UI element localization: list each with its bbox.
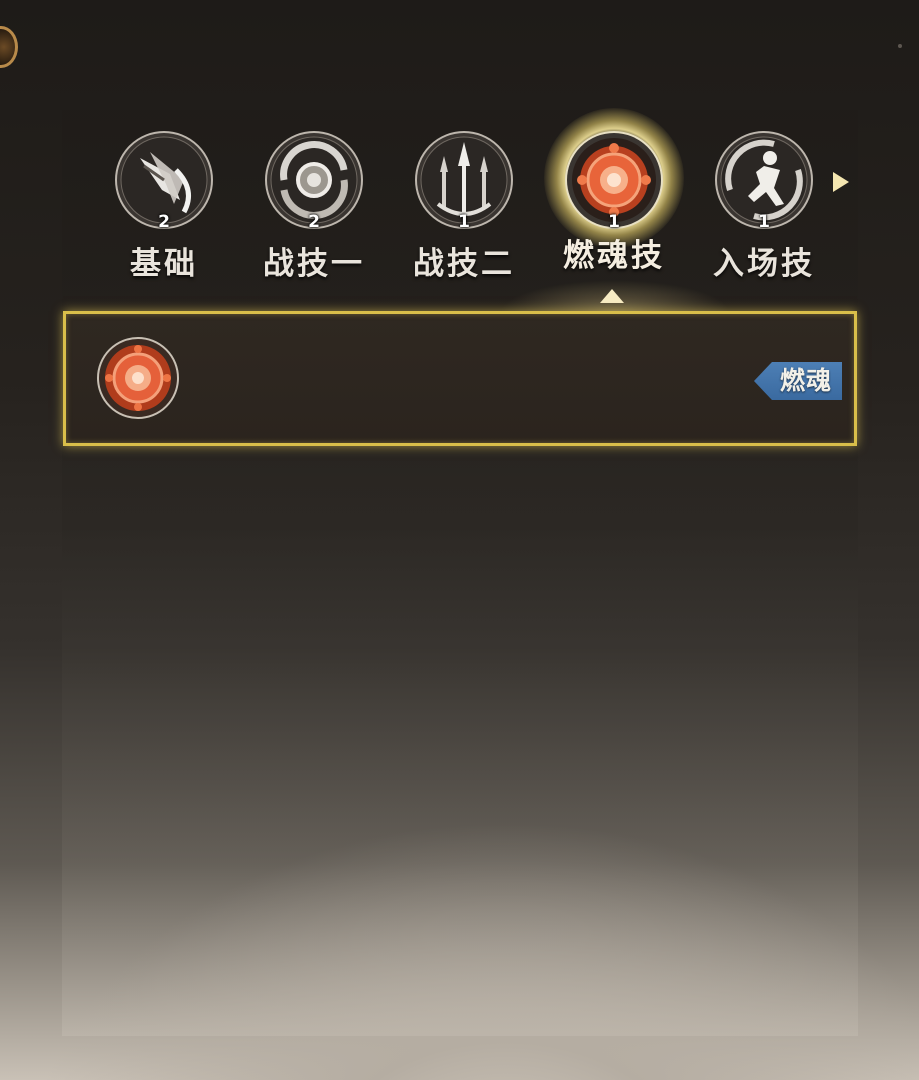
corner-orb-ornament [0, 26, 18, 68]
tab-label: 基础 [130, 246, 198, 282]
tab-label: 燃魂技 [563, 238, 665, 274]
tab-label: 战技二 [413, 246, 515, 282]
tab-count: 1 [608, 212, 620, 232]
skill-list-item-selected[interactable]: 燃魂 [63, 311, 857, 446]
tab-combat-skill-1[interactable]: 2 战技一 [239, 128, 389, 288]
tab-soul-burn-skill[interactable]: 1 燃魂技 [539, 108, 689, 288]
tab-entrance-skill[interactable]: 1 入场技 [689, 128, 839, 288]
tab-count: 1 [458, 212, 470, 232]
fire-orb-icon [96, 336, 180, 420]
tab-combat-skill-2[interactable]: 1 战技二 [389, 128, 539, 288]
selection-indicator-icon [600, 289, 624, 303]
tab-basic[interactable]: 2 基础 [89, 128, 239, 288]
tab-count: 2 [158, 212, 170, 232]
tab-label: 入场技 [713, 246, 815, 282]
tab-count: 2 [308, 212, 320, 232]
skill-type-tag: 燃魂 [753, 362, 842, 400]
tab-count: 1 [758, 212, 770, 232]
corner-dot-ornament [898, 44, 902, 48]
next-page-arrow-icon[interactable] [833, 172, 849, 192]
tab-label: 战技一 [263, 246, 365, 282]
